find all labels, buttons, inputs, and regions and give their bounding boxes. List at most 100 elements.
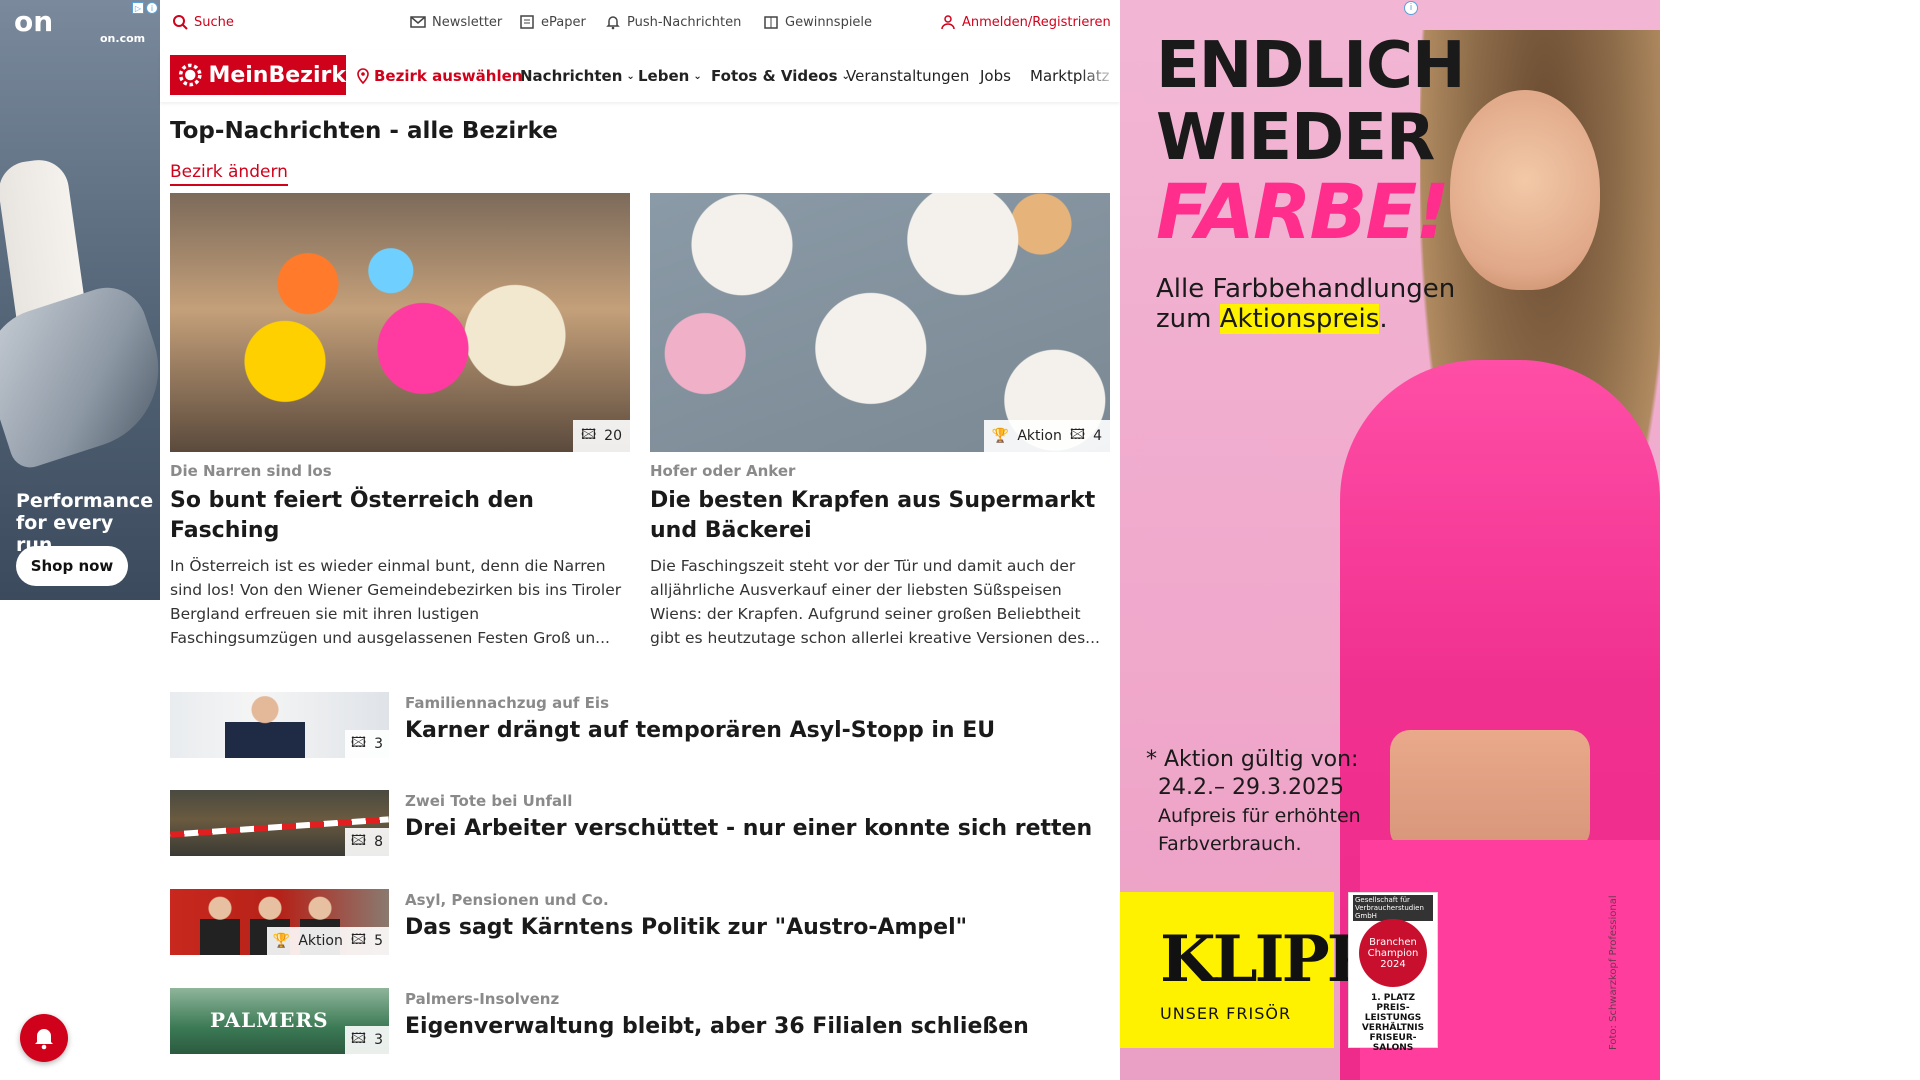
meinbezirk-logo[interactable]: MeinBezirk [170,55,346,95]
ad-aktion-text: * Aktion gültig von: 24.2.– 29.3.2025 Au… [1146,746,1361,858]
gift-icon [764,16,778,29]
bell-icon [35,1029,53,1050]
epaper-link[interactable]: ePaper [519,14,586,30]
photo-credit: Foto: Schwarzkopf Professional [1608,895,1619,1050]
list-item[interactable]: 🖾 3 Familiennachzug auf Eis Karner dräng… [170,692,1100,758]
bell-outline-icon [606,16,620,30]
gallery-icon: 🖾 [350,932,367,948]
fasching-image[interactable]: 🖾 20 [170,193,630,452]
article-thumbnail[interactable]: 🖾 8 [170,790,389,856]
right-ad-banner[interactable]: ENDLICH WIEDER FARBE! Alle Farbbehandlun… [1120,0,1660,1080]
newspaper-icon [520,15,534,29]
top-utility-bar: Suche Newsletter ePaper Push-Nachrichten… [160,0,1120,46]
nav-leben-label: Leben [638,67,690,85]
image-meta: 🖾 3 [344,730,389,758]
ad-sub-2-pre: zum [1156,304,1220,334]
ad-sub-2: zum Aktionspreis. [1156,304,1455,334]
gewinnspiele-link[interactable]: Gewinnspiele [763,14,872,30]
article-headline[interactable]: Die besten Krapfen aus Supermarkt und Bä… [650,486,1110,546]
aktion-badge: Aktion [298,933,343,949]
nav-leben[interactable]: Leben ⌄ [638,67,702,85]
article-headline[interactable]: Eigenverwaltung bleibt, aber 36 Filialen… [405,1014,1029,1039]
gallery-icon: 🖾 [350,1031,367,1047]
right-gutter [1660,0,1920,1080]
nav-veranstaltungen-label: Veranstaltungen [846,67,970,85]
nav-jobs[interactable]: Jobs [980,67,1011,85]
palmers-sign: PALMERS [210,1008,329,1032]
nav-fotos-videos[interactable]: Fotos & Videos ⌄ [711,67,850,85]
nav-nachrichten[interactable]: Nachrichten ⌄ [520,67,635,85]
login-link[interactable]: Anmelden/Registrieren [940,14,1111,30]
image-meta: 🖾 8 [344,828,389,856]
search-link[interactable]: Suche [172,14,234,30]
featured-article-2[interactable]: 🏆 Aktion 🖾 4 Hofer oder Anker Die besten… [650,193,1110,650]
logo-gear-icon [178,63,202,87]
seal-top: Gesellschaft für Verbraucherstudien GmbH [1353,895,1433,921]
shop-now-button[interactable]: Shop now [16,546,128,586]
nav-veranstaltungen[interactable]: Veranstaltungen [846,67,969,85]
nav-nachrichten-label: Nachrichten [520,67,623,85]
featured-article-1[interactable]: 🖾 20 Die Narren sind los So bunt feiert … [170,193,630,650]
image-meta: 🖾 20 [572,420,630,452]
browser-page: on on.com Performance for every run Shop… [0,0,1920,1080]
push-link[interactable]: Push-Nachrichten [605,14,741,30]
mail-icon [410,16,426,28]
main-navigation: MeinBezirk Bezirk auswählen Nachrichten … [160,50,1120,102]
article-headline[interactable]: Drei Arbeiter verschüttet - nur einer ko… [405,816,1092,841]
ad-farbe: FARBE! [1156,167,1450,256]
ad-headline: ENDLICH WIEDER [1156,30,1466,174]
trophy-icon: 🏆 [272,933,291,949]
ad-info-icon[interactable]: i [1404,1,1418,15]
article-kicker: Asyl, Pensionen und Co. [405,891,609,909]
list-item[interactable]: 🖾 8 Zwei Tote bei Unfall Drei Arbeiter v… [170,790,1100,856]
ad-subline: Alle Farbbehandlungen zum Aktionspreis. [1156,274,1455,334]
gallery-icon: 🖾 [580,427,597,443]
on-logo: on [14,5,54,38]
newsletter-link[interactable]: Newsletter [410,14,502,30]
article-headline[interactable]: Das sagt Kärntens Politik zur "Austro-Am… [405,915,967,940]
location-pin-icon [357,68,369,84]
photo-count: 3 [374,736,383,752]
article-thumbnail[interactable]: 🖾 3 [170,692,389,758]
gallery-icon: 🖾 [1069,427,1086,443]
trophy-icon: 🏆 [991,428,1010,444]
push-label: Push-Nachrichten [627,14,742,30]
newsletter-label: Newsletter [432,14,503,30]
krapfen-image[interactable]: 🏆 Aktion 🖾 4 [650,193,1110,452]
article-thumbnail[interactable]: PALMERS 🖾 3 [170,988,389,1054]
image-meta: 🏆 Aktion 🖾 5 [266,927,389,955]
klipp-logo[interactable]: KLIPP UNSER FRISÖR [1120,892,1375,1048]
login-label: Anmelden/Registrieren [962,14,1111,30]
page-title: Top-Nachrichten - alle Bezirke [170,118,558,144]
ad-choices-badge[interactable]: ▷ i [128,1,158,15]
main-column: Suche Newsletter ePaper Push-Nachrichten… [160,0,1120,1080]
klipp-wordmark: KLIPP [1160,922,1375,997]
ad-domain: on.com [100,32,146,45]
branchen-champion-seal: Gesellschaft für Verbraucherstudien GmbH… [1348,892,1438,1053]
change-bezirk-link[interactable]: Bezirk ändern [170,162,288,186]
nav-fotos-label: Fotos & Videos [711,67,838,85]
photo-count: 4 [1093,428,1102,444]
bezirk-select-link[interactable]: Bezirk auswählen [356,67,522,85]
article-headline[interactable]: So bunt feiert Österreich den Fasching [170,486,630,546]
ad-sub-1: Alle Farbbehandlungen [1156,274,1456,304]
ad-choices-icon[interactable]: ▷ [132,2,144,14]
article-teaser: Die Faschingszeit steht vor der Tür und … [650,557,1100,647]
image-meta: 🖾 3 [344,1026,389,1054]
nav-fade [1080,50,1120,102]
ad-info-icon[interactable]: i [146,2,158,14]
ad-aktion-3: Aufpreis für erhöhten [1158,805,1361,827]
nav-jobs-label: Jobs [980,67,1011,85]
gallery-icon: 🖾 [350,735,367,751]
left-ad-banner[interactable]: on on.com Performance for every run Shop… [0,0,160,600]
article-headline[interactable]: Karner drängt auf temporären Asyl-Stopp … [405,718,995,743]
article-thumbnail[interactable]: 🏆 Aktion 🖾 5 [170,889,389,955]
list-item[interactable]: PALMERS 🖾 3 Palmers-Insolvenz Eigenverwa… [170,988,1100,1054]
notification-bell-button[interactable] [20,1014,68,1062]
photo-count: 20 [604,428,622,444]
gewinnspiele-label: Gewinnspiele [785,14,873,30]
chevron-down-icon: ⌄ [693,70,702,82]
image-meta: 🏆 Aktion 🖾 4 [983,420,1110,452]
seal-circle: Branchen Champion 2024 [1359,919,1427,987]
list-item[interactable]: 🏆 Aktion 🖾 5 Asyl, Pensionen und Co. Das… [170,889,1100,955]
